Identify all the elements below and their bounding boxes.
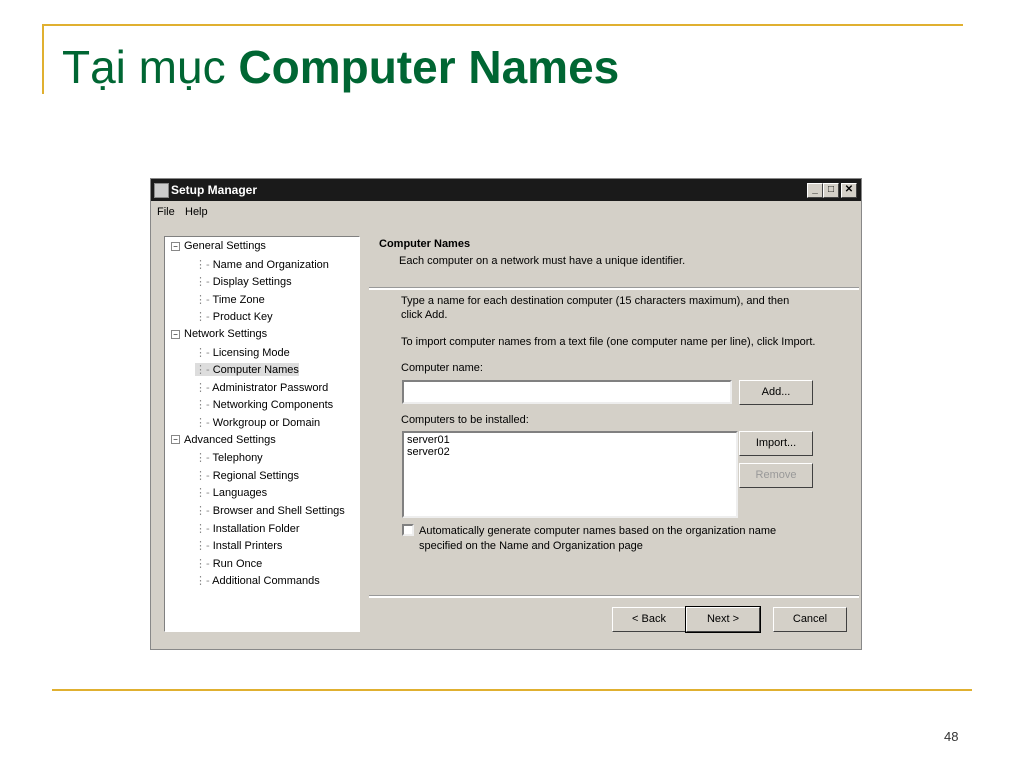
tree-item-label: Languages [212, 487, 268, 500]
menu-file[interactable]: File [157, 206, 175, 218]
tree-connector-icon: ⋮- [195, 452, 213, 465]
tree-item-label: Regional Settings [212, 469, 299, 482]
title-bar[interactable]: Setup Manager _ □ ✕ [151, 179, 861, 201]
tree-item-label: Display Settings [212, 276, 292, 289]
tree-item-label: Installation Folder [212, 522, 300, 535]
tree-item-label: Advanced Settings [184, 433, 276, 446]
tree-item[interactable]: ⋮- Time Zone [195, 293, 265, 306]
tree-connector-icon: ⋮- [195, 381, 213, 394]
tree-item-label: Run Once [212, 557, 263, 570]
tree-item-label: Install Printers [212, 540, 283, 553]
tree-connector-icon: ⋮- [195, 469, 213, 482]
divider [369, 287, 859, 290]
tree-item-label: Telephony [212, 452, 263, 465]
minimize-button[interactable]: _ [807, 183, 823, 198]
setup-manager-window: Setup Manager _ □ ✕ File Help − General S… [150, 178, 862, 650]
tree-item[interactable]: ⋮- Workgroup or Domain [195, 416, 320, 429]
page-heading: Computer Names [379, 238, 471, 250]
tree-connector-icon: ⋮- [195, 522, 213, 535]
tree-connector-icon: ⋮- [195, 311, 213, 324]
tree-item-label: Workgroup or Domain [212, 417, 321, 429]
tree-connector-icon: ⋮- [195, 346, 213, 359]
maximize-button[interactable]: □ [823, 183, 839, 198]
tree-connector-icon: ⋮- [195, 557, 213, 570]
tree-item[interactable]: ⋮- Telephony [195, 451, 263, 464]
tree-item[interactable]: ⋮- Licensing Mode [195, 346, 290, 359]
collapse-icon[interactable]: − [171, 435, 180, 445]
tree-connector-icon: ⋮- [195, 399, 213, 412]
tree-connector-icon: ⋮- [195, 487, 213, 500]
tree-item[interactable]: ⋮- Computer Names [195, 363, 299, 377]
back-button[interactable]: < Back [612, 607, 686, 632]
tree-connector-icon: ⋮- [195, 540, 213, 553]
settings-tree[interactable]: − General Settings ⋮- Name and Organizatio… [164, 236, 360, 632]
tree-item-label: Name and Organization [212, 258, 329, 271]
app-icon [154, 183, 169, 198]
page-subheading: Each computer on a network must have a u… [399, 255, 686, 267]
remove-button[interactable]: Remove [739, 463, 813, 488]
tree-item[interactable]: ⋮- Administrator Password [195, 381, 328, 394]
left-rule [42, 24, 44, 94]
tree-connector-icon: ⋮- [195, 575, 213, 588]
computer-name-label: Computer name: [401, 362, 483, 374]
tree-item[interactable]: ⋮- Run Once [195, 557, 262, 570]
next-button[interactable]: Next > [685, 606, 761, 633]
tree-item-label: General Settings [184, 240, 266, 252]
add-button[interactable]: Add... [739, 380, 813, 405]
bottom-rule [52, 689, 972, 691]
auto-generate-checkbox[interactable] [402, 524, 414, 536]
tree-item[interactable]: ⋮- Install Printers [195, 539, 282, 552]
divider [369, 595, 859, 598]
tree-item-label: Administrator Password [212, 381, 329, 394]
tree-connector-icon: ⋮- [195, 505, 213, 517]
tree-item[interactable]: − Advanced Settings [171, 434, 276, 446]
tree-item[interactable]: ⋮- Additional Commands [195, 574, 320, 587]
tree-connector-icon: ⋮- [195, 293, 213, 306]
cancel-button[interactable]: Cancel [773, 607, 847, 632]
list-item[interactable]: server02 [407, 446, 733, 458]
tree-connector-icon: ⋮- [195, 417, 213, 429]
page-number: 48 [944, 729, 959, 744]
top-rule [42, 24, 963, 26]
tree-item[interactable]: ⋮- Product Key [195, 310, 273, 323]
tree-item-label: Computer Names [212, 364, 299, 377]
tree-item[interactable]: ⋮- Display Settings [195, 275, 292, 288]
menu-help[interactable]: Help [185, 206, 208, 218]
computers-list-label: Computers to be installed: [401, 414, 529, 426]
tree-item-label: Licensing Mode [212, 346, 290, 359]
tree-item[interactable]: ⋮- Installation Folder [195, 522, 300, 535]
tree-connector-icon: ⋮- [195, 364, 213, 377]
tree-item[interactable]: − General Settings [171, 240, 266, 252]
tree-connector-icon: ⋮- [195, 276, 213, 289]
tree-item-label: Browser and Shell Settings [212, 505, 345, 517]
tree-item[interactable]: ⋮- Name and Organization [195, 258, 329, 271]
instruction-1: Type a name for each destination compute… [401, 295, 790, 321]
tree-item[interactable]: ⋮- Languages [195, 486, 267, 499]
tree-item[interactable]: − Network Settings [171, 328, 267, 340]
tree-item-label: Networking Components [212, 399, 334, 412]
close-button[interactable]: ✕ [841, 183, 857, 198]
tree-connector-icon: ⋮- [195, 258, 213, 271]
collapse-icon[interactable]: − [171, 241, 180, 251]
tree-item-label: Additional Commands [212, 575, 320, 588]
window-title: Setup Manager [171, 183, 258, 197]
tree-item[interactable]: ⋮- Browser and Shell Settings [195, 504, 345, 517]
tree-item[interactable]: ⋮- Regional Settings [195, 469, 299, 482]
import-button[interactable]: Import... [739, 431, 813, 456]
tree-item-label: Time Zone [212, 293, 265, 306]
collapse-icon[interactable]: − [171, 329, 180, 339]
computers-listbox[interactable]: server01 server02 [402, 431, 738, 518]
tree-item[interactable]: ⋮- Networking Components [195, 398, 333, 411]
list-item[interactable]: server01 [407, 434, 733, 446]
tree-item-label: Network Settings [184, 328, 268, 340]
slide-title: Tại mục Computer Names [62, 41, 620, 93]
auto-generate-label: Automatically generate computer names ba… [419, 525, 777, 552]
instruction-2: To import computer names from a text fil… [401, 336, 816, 348]
computer-name-input[interactable] [402, 380, 732, 404]
tree-item-label: Product Key [212, 311, 273, 324]
